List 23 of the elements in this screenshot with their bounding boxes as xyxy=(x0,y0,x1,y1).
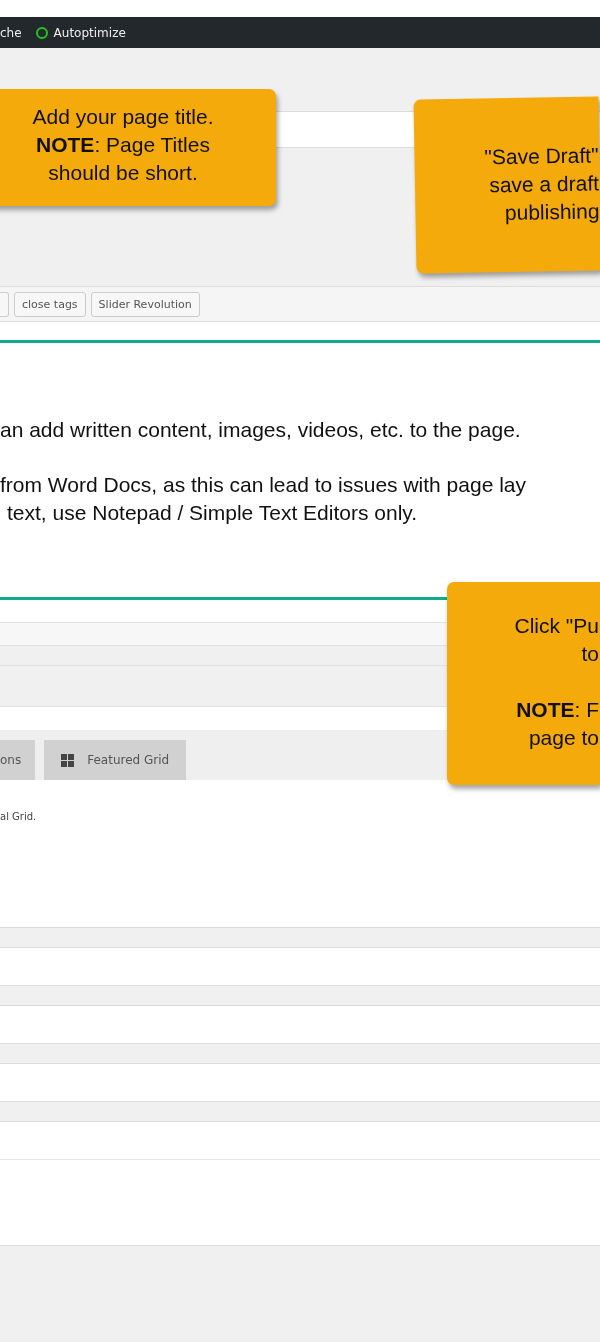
callout-text: page to xyxy=(528,725,599,751)
toolbar-button[interactable]: Slider Revolution xyxy=(90,291,200,317)
callout-text: "Save Draft" xyxy=(484,142,599,171)
grid-note: al Grid. xyxy=(0,811,37,822)
callout-text: should be short. xyxy=(48,160,198,186)
callout-text: Click "Pu xyxy=(514,613,599,639)
grid-tab[interactable]: Featured Grid xyxy=(44,740,187,780)
toolbar-button[interactable]: close tags xyxy=(14,291,86,317)
callout-text: NOTE: F xyxy=(516,697,599,723)
grid-tab[interactable]: ons xyxy=(0,740,36,780)
callout-text: publishing xyxy=(504,198,600,227)
grid-icon xyxy=(61,753,75,767)
status-ring-icon xyxy=(35,26,48,39)
toolbar-button[interactable] xyxy=(0,291,9,317)
editor-text: from Word Docs, as this can lead to issues with page lay xyxy=(0,472,526,498)
editor-text: an add written content, images, videos, etc. to the page. xyxy=(0,417,521,443)
admin-bar-link[interactable]: Autoptimize xyxy=(53,25,126,40)
callout-text: Add your page title. xyxy=(32,104,214,130)
admin-bar-link[interactable]: che xyxy=(0,25,22,40)
callout-text: NOTE: Page Titles xyxy=(36,132,210,158)
callout-text: to xyxy=(581,641,599,667)
callout-text: save a draft xyxy=(489,170,600,199)
editor-text: text, use Notepad / Simple Text Editors only. xyxy=(7,500,418,526)
